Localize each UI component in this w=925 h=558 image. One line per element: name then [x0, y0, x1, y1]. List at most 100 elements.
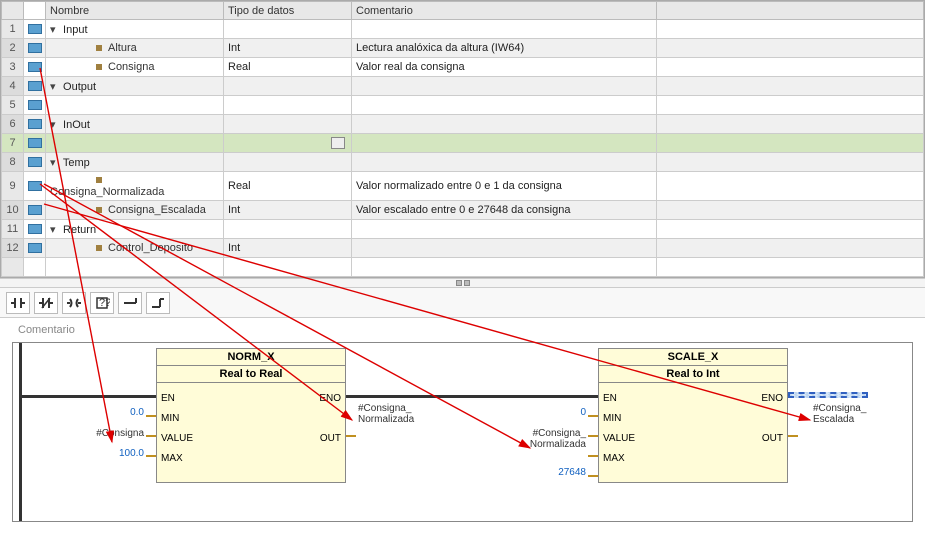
- type-picker-button[interactable]: [331, 137, 345, 149]
- norm-max-val[interactable]: 100.0: [98, 448, 144, 459]
- cell-name[interactable]: Consigna: [46, 58, 224, 77]
- cell-name[interactable]: ▾ InOut: [46, 115, 224, 134]
- row-number[interactable]: 11: [2, 220, 24, 239]
- cell-type[interactable]: [224, 134, 352, 153]
- row-tag-icon: [24, 134, 46, 153]
- cell-name[interactable]: ▾ Output: [46, 77, 224, 96]
- cell-type[interactable]: [224, 153, 352, 172]
- table-row[interactable]: 6 ▾ InOut: [2, 115, 924, 134]
- row-tag-icon: [24, 58, 46, 77]
- wire-en1: [22, 395, 156, 398]
- cell-name[interactable]: Consigna_Escalada: [46, 201, 224, 220]
- cell-comment[interactable]: Valor real da consigna: [352, 58, 657, 77]
- row-number[interactable]: 7: [2, 134, 24, 153]
- branch-open-button[interactable]: [118, 292, 142, 314]
- row-number[interactable]: 5: [2, 96, 24, 115]
- cell-name[interactable]: [46, 134, 224, 153]
- cell-name[interactable]: ▾ Return: [46, 220, 224, 239]
- cell-type[interactable]: [224, 20, 352, 39]
- row-number[interactable]: 9: [2, 172, 24, 201]
- table-row[interactable]: 5: [2, 96, 924, 115]
- contact-nc-button[interactable]: [34, 292, 58, 314]
- cell-name[interactable]: Altura: [46, 39, 224, 58]
- norm-x-title: NORM_X: [157, 349, 345, 366]
- header-row: Nombre Tipo de datos Comentario: [2, 2, 924, 20]
- norm-value-tag[interactable]: #Consigna: [75, 428, 144, 439]
- cell-type[interactable]: Int: [224, 239, 352, 258]
- network-comment-label[interactable]: Comentario: [10, 322, 915, 342]
- row-tag-icon: [24, 96, 46, 115]
- table-row[interactable]: 3 ConsignaRealValor real da consigna: [2, 58, 924, 77]
- row-tag-icon: [24, 115, 46, 134]
- fbd-area: Comentario NORM_X Real to Real EN MIN VA…: [0, 318, 925, 558]
- row-number[interactable]: 6: [2, 115, 24, 134]
- cell-comment[interactable]: Lectura analóxica da altura (IW64): [352, 39, 657, 58]
- wire-eno-en: [346, 395, 598, 398]
- cell-comment[interactable]: [352, 153, 657, 172]
- cell-comment[interactable]: [352, 20, 657, 39]
- row-tag-icon: [24, 20, 46, 39]
- header-type[interactable]: Tipo de datos: [224, 2, 352, 20]
- table-row[interactable]: 7: [2, 134, 924, 153]
- cell-name[interactable]: ▾ Temp: [46, 153, 224, 172]
- cell-name[interactable]: [46, 96, 224, 115]
- cell-comment[interactable]: Valor escalado entre 0 e 27648 da consig…: [352, 201, 657, 220]
- table-row[interactable]: 8 ▾ Temp: [2, 153, 924, 172]
- row-number[interactable]: 4: [2, 77, 24, 96]
- cell-comment[interactable]: [352, 239, 657, 258]
- row-number[interactable]: 3: [2, 58, 24, 77]
- cell-type[interactable]: Real: [224, 172, 352, 201]
- pin-eno: ENO: [319, 393, 341, 404]
- cell-comment[interactable]: [352, 115, 657, 134]
- cell-comment[interactable]: [352, 134, 657, 153]
- row-tag-icon: [24, 239, 46, 258]
- cell-type[interactable]: Real: [224, 58, 352, 77]
- header-name[interactable]: Nombre: [46, 2, 224, 20]
- cell-type[interactable]: Int: [224, 39, 352, 58]
- scale-min-val[interactable]: 0: [543, 407, 586, 418]
- scale-out-tag[interactable]: #Consigna_ Escalada: [813, 403, 893, 425]
- row-number[interactable]: 10: [2, 201, 24, 220]
- table-row[interactable]: 1 ▾ Input: [2, 20, 924, 39]
- row-number[interactable]: 8: [2, 153, 24, 172]
- cell-type[interactable]: [224, 77, 352, 96]
- table-row[interactable]: 9 Consigna_NormalizadaRealValor normaliza…: [2, 172, 924, 201]
- horizontal-splitter[interactable]: [0, 278, 925, 288]
- cell-type[interactable]: [224, 115, 352, 134]
- scale-value-tag[interactable]: #Consigna_ Normalizada: [508, 428, 586, 450]
- row-number[interactable]: 1: [2, 20, 24, 39]
- norm-x-block[interactable]: NORM_X Real to Real EN MIN VALUE MAX ENO…: [156, 348, 346, 483]
- cell-type[interactable]: Int: [224, 201, 352, 220]
- pin-eno2: ENO: [761, 393, 783, 404]
- cell-name[interactable]: ▾ Input: [46, 20, 224, 39]
- table-row[interactable]: 11 ▾ Return: [2, 220, 924, 239]
- cell-comment[interactable]: [352, 77, 657, 96]
- row-tag-icon: [24, 220, 46, 239]
- branch-close-button[interactable]: [146, 292, 170, 314]
- table-row[interactable]: 10 Consigna_EscaladaIntValor escalado ent…: [2, 201, 924, 220]
- scale-x-block[interactable]: SCALE_X Real to Int EN MIN VALUE MAX ENO…: [598, 348, 788, 483]
- norm-out-tag[interactable]: #Consigna_ Normalizada: [358, 403, 448, 425]
- cell-type[interactable]: [224, 96, 352, 115]
- cell-name[interactable]: Consigna_Normalizada: [46, 172, 224, 201]
- header-comment[interactable]: Comentario: [352, 2, 657, 20]
- cell-type[interactable]: [224, 220, 352, 239]
- table-row[interactable]: 4 ▾ Output: [2, 77, 924, 96]
- cell-comment[interactable]: [352, 220, 657, 239]
- ladder-toolbar: ??: [0, 288, 925, 318]
- cell-name[interactable]: Control_Deposito: [46, 239, 224, 258]
- cell-comment[interactable]: Valor normalizado entre 0 e 1 da consign…: [352, 172, 657, 201]
- table-row[interactable]: 12 Control_DepositoInt: [2, 239, 924, 258]
- table-row[interactable]: 2 AlturaIntLectura analóxica da altura (I…: [2, 39, 924, 58]
- cell-comment[interactable]: [352, 96, 657, 115]
- scale-max-val[interactable]: 27648: [533, 467, 586, 478]
- row-tag-icon: [24, 201, 46, 220]
- row-number[interactable]: 2: [2, 39, 24, 58]
- network-diagram[interactable]: NORM_X Real to Real EN MIN VALUE MAX ENO…: [12, 342, 913, 522]
- pin-max: MAX: [161, 453, 183, 464]
- row-number[interactable]: 12: [2, 239, 24, 258]
- norm-min-val[interactable]: 0.0: [98, 407, 144, 418]
- box-button[interactable]: ??: [90, 292, 114, 314]
- coil-button[interactable]: [62, 292, 86, 314]
- contact-no-button[interactable]: [6, 292, 30, 314]
